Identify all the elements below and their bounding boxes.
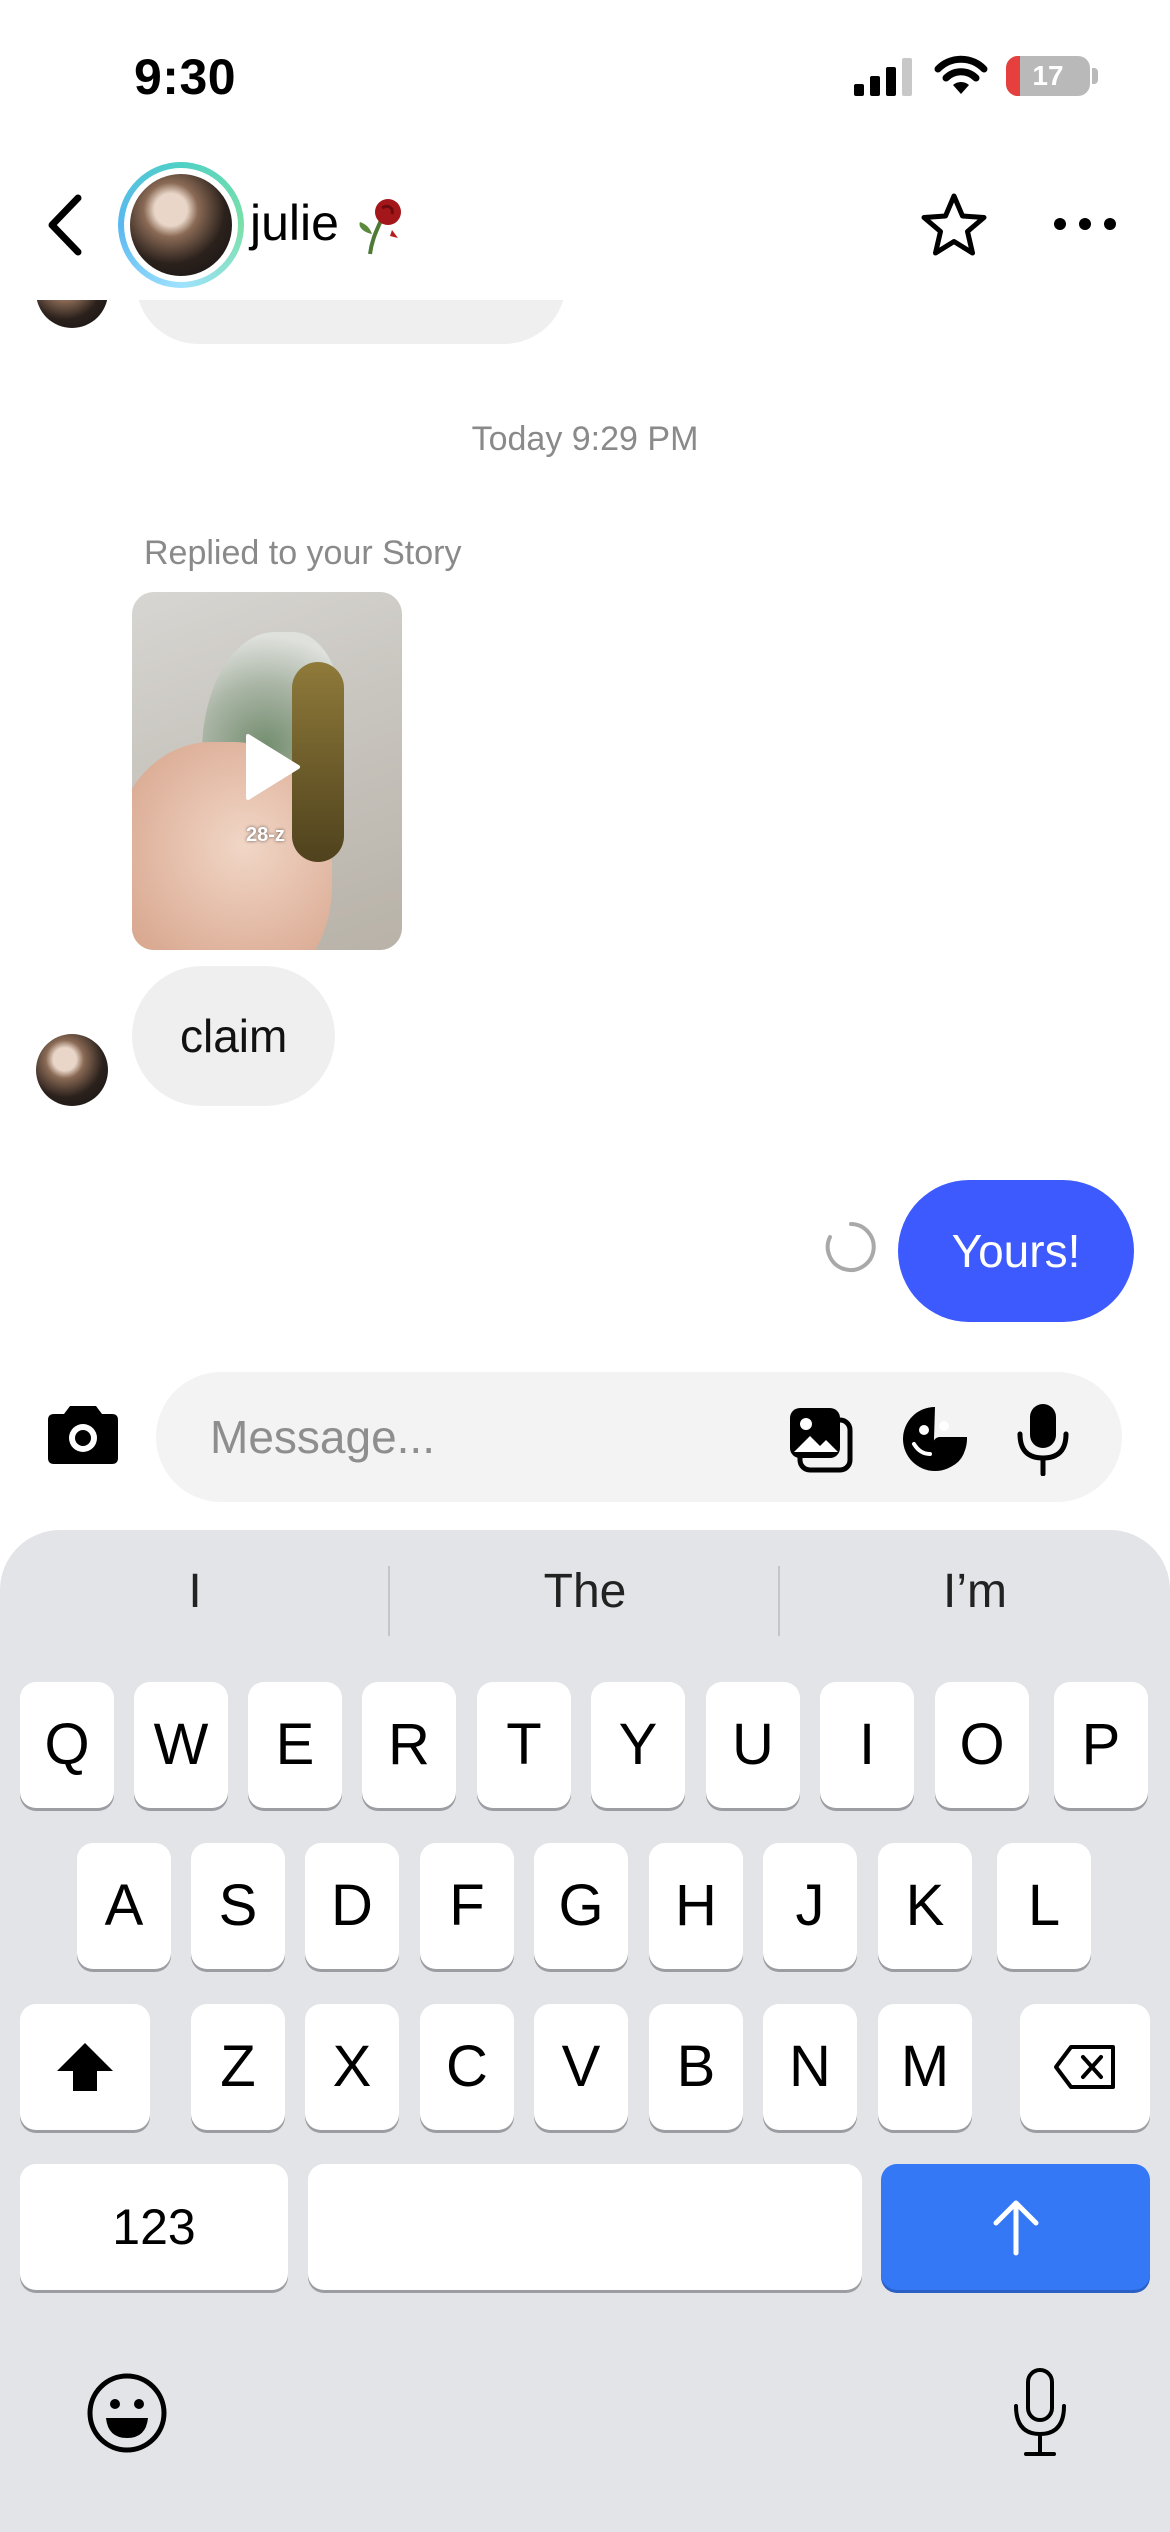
- delete-key[interactable]: [1020, 2004, 1150, 2130]
- suggestion-2[interactable]: The: [390, 1552, 780, 1632]
- story-thumbnail[interactable]: 28-z: [132, 592, 402, 950]
- key-w[interactable]: W: [134, 1682, 228, 1808]
- key-n[interactable]: N: [763, 2004, 857, 2130]
- key-z[interactable]: Z: [191, 2004, 285, 2130]
- key-o[interactable]: O: [935, 1682, 1029, 1808]
- key-t[interactable]: T: [477, 1682, 571, 1808]
- key-l[interactable]: L: [997, 1843, 1091, 1969]
- key-d[interactable]: D: [305, 1843, 399, 1969]
- send-key[interactable]: [881, 2164, 1150, 2290]
- more-options-button[interactable]: [1050, 212, 1120, 236]
- wifi-icon: [934, 55, 988, 94]
- message-field[interactable]: [156, 1372, 1122, 1502]
- key-b[interactable]: B: [649, 2004, 743, 2130]
- story-reply-label: Replied to your Story: [144, 534, 462, 572]
- key-u[interactable]: U: [706, 1682, 800, 1808]
- suggestion-3[interactable]: I’m: [780, 1552, 1170, 1632]
- battery-percent: 17: [1032, 60, 1064, 91]
- outgoing-message[interactable]: Yours!: [898, 1180, 1134, 1322]
- key-s[interactable]: S: [191, 1843, 285, 1969]
- shift-key[interactable]: [20, 2004, 150, 2130]
- previous-message-bubble[interactable]: [136, 300, 566, 344]
- sticker-icon[interactable]: [900, 1404, 970, 1474]
- keyboard: I The I’m Q W E R T Y U I O P A S D F G …: [0, 1530, 1170, 2532]
- photo-gallery-icon[interactable]: [786, 1404, 856, 1474]
- contact-avatar[interactable]: [118, 162, 244, 288]
- key-e[interactable]: E: [248, 1682, 342, 1808]
- message-input[interactable]: [210, 1372, 770, 1502]
- chat-header: julie: [0, 150, 1170, 300]
- back-button[interactable]: [40, 190, 94, 260]
- battery-nub: [1092, 68, 1098, 84]
- battery-indicator: 17: [1006, 56, 1090, 96]
- key-j[interactable]: J: [763, 1843, 857, 1969]
- sender-avatar: [36, 300, 108, 328]
- message-timestamp: Today 9:29 PM: [471, 420, 699, 458]
- shift-icon: [57, 2043, 113, 2091]
- avatar-image: [130, 174, 232, 276]
- wilted-rose-icon: [359, 199, 401, 255]
- key-g[interactable]: G: [534, 1843, 628, 1969]
- camera-button[interactable]: [46, 1400, 120, 1466]
- key-x[interactable]: X: [305, 2004, 399, 2130]
- incoming-message[interactable]: claim: [132, 966, 336, 1106]
- arrow-up-icon: [993, 2200, 1038, 2256]
- key-y[interactable]: Y: [591, 1682, 685, 1808]
- play-icon: [246, 734, 300, 800]
- dictation-microphone-icon[interactable]: [1010, 2366, 1070, 2458]
- key-k[interactable]: K: [878, 1843, 972, 1969]
- predictive-bar: I The I’m: [0, 1552, 1170, 1636]
- backspace-icon: [1054, 2045, 1115, 2089]
- microphone-icon[interactable]: [1016, 1402, 1070, 1476]
- status-time: 9:30: [134, 49, 237, 105]
- star-button[interactable]: [918, 190, 990, 262]
- sending-spinner-icon: [825, 1222, 876, 1272]
- key-p[interactable]: P: [1054, 1682, 1148, 1808]
- key-c[interactable]: C: [420, 2004, 514, 2130]
- story-overlay-text: 28-z: [246, 824, 285, 846]
- message-composer: [0, 1360, 1170, 1510]
- chat-thread[interactable]: Today 9:29 PM Replied to your Story 28-z…: [0, 300, 1170, 1350]
- emoji-icon[interactable]: [86, 2372, 168, 2454]
- suggestion-1[interactable]: I: [0, 1552, 390, 1632]
- status-bar: 9:30 17: [0, 0, 1170, 150]
- sender-avatar[interactable]: [36, 1034, 108, 1106]
- key-h[interactable]: H: [649, 1843, 743, 1969]
- space-key[interactable]: [308, 2164, 862, 2290]
- key-r[interactable]: R: [362, 1682, 456, 1808]
- key-a[interactable]: A: [77, 1843, 171, 1969]
- key-q[interactable]: Q: [20, 1682, 114, 1808]
- numbers-key[interactable]: 123: [20, 2164, 288, 2290]
- key-v[interactable]: V: [534, 2004, 628, 2130]
- cellular-signal-icon: [854, 58, 912, 96]
- key-m[interactable]: M: [878, 2004, 972, 2130]
- key-f[interactable]: F: [420, 1843, 514, 1969]
- key-i[interactable]: I: [820, 1682, 914, 1808]
- contact-name[interactable]: julie: [250, 194, 339, 252]
